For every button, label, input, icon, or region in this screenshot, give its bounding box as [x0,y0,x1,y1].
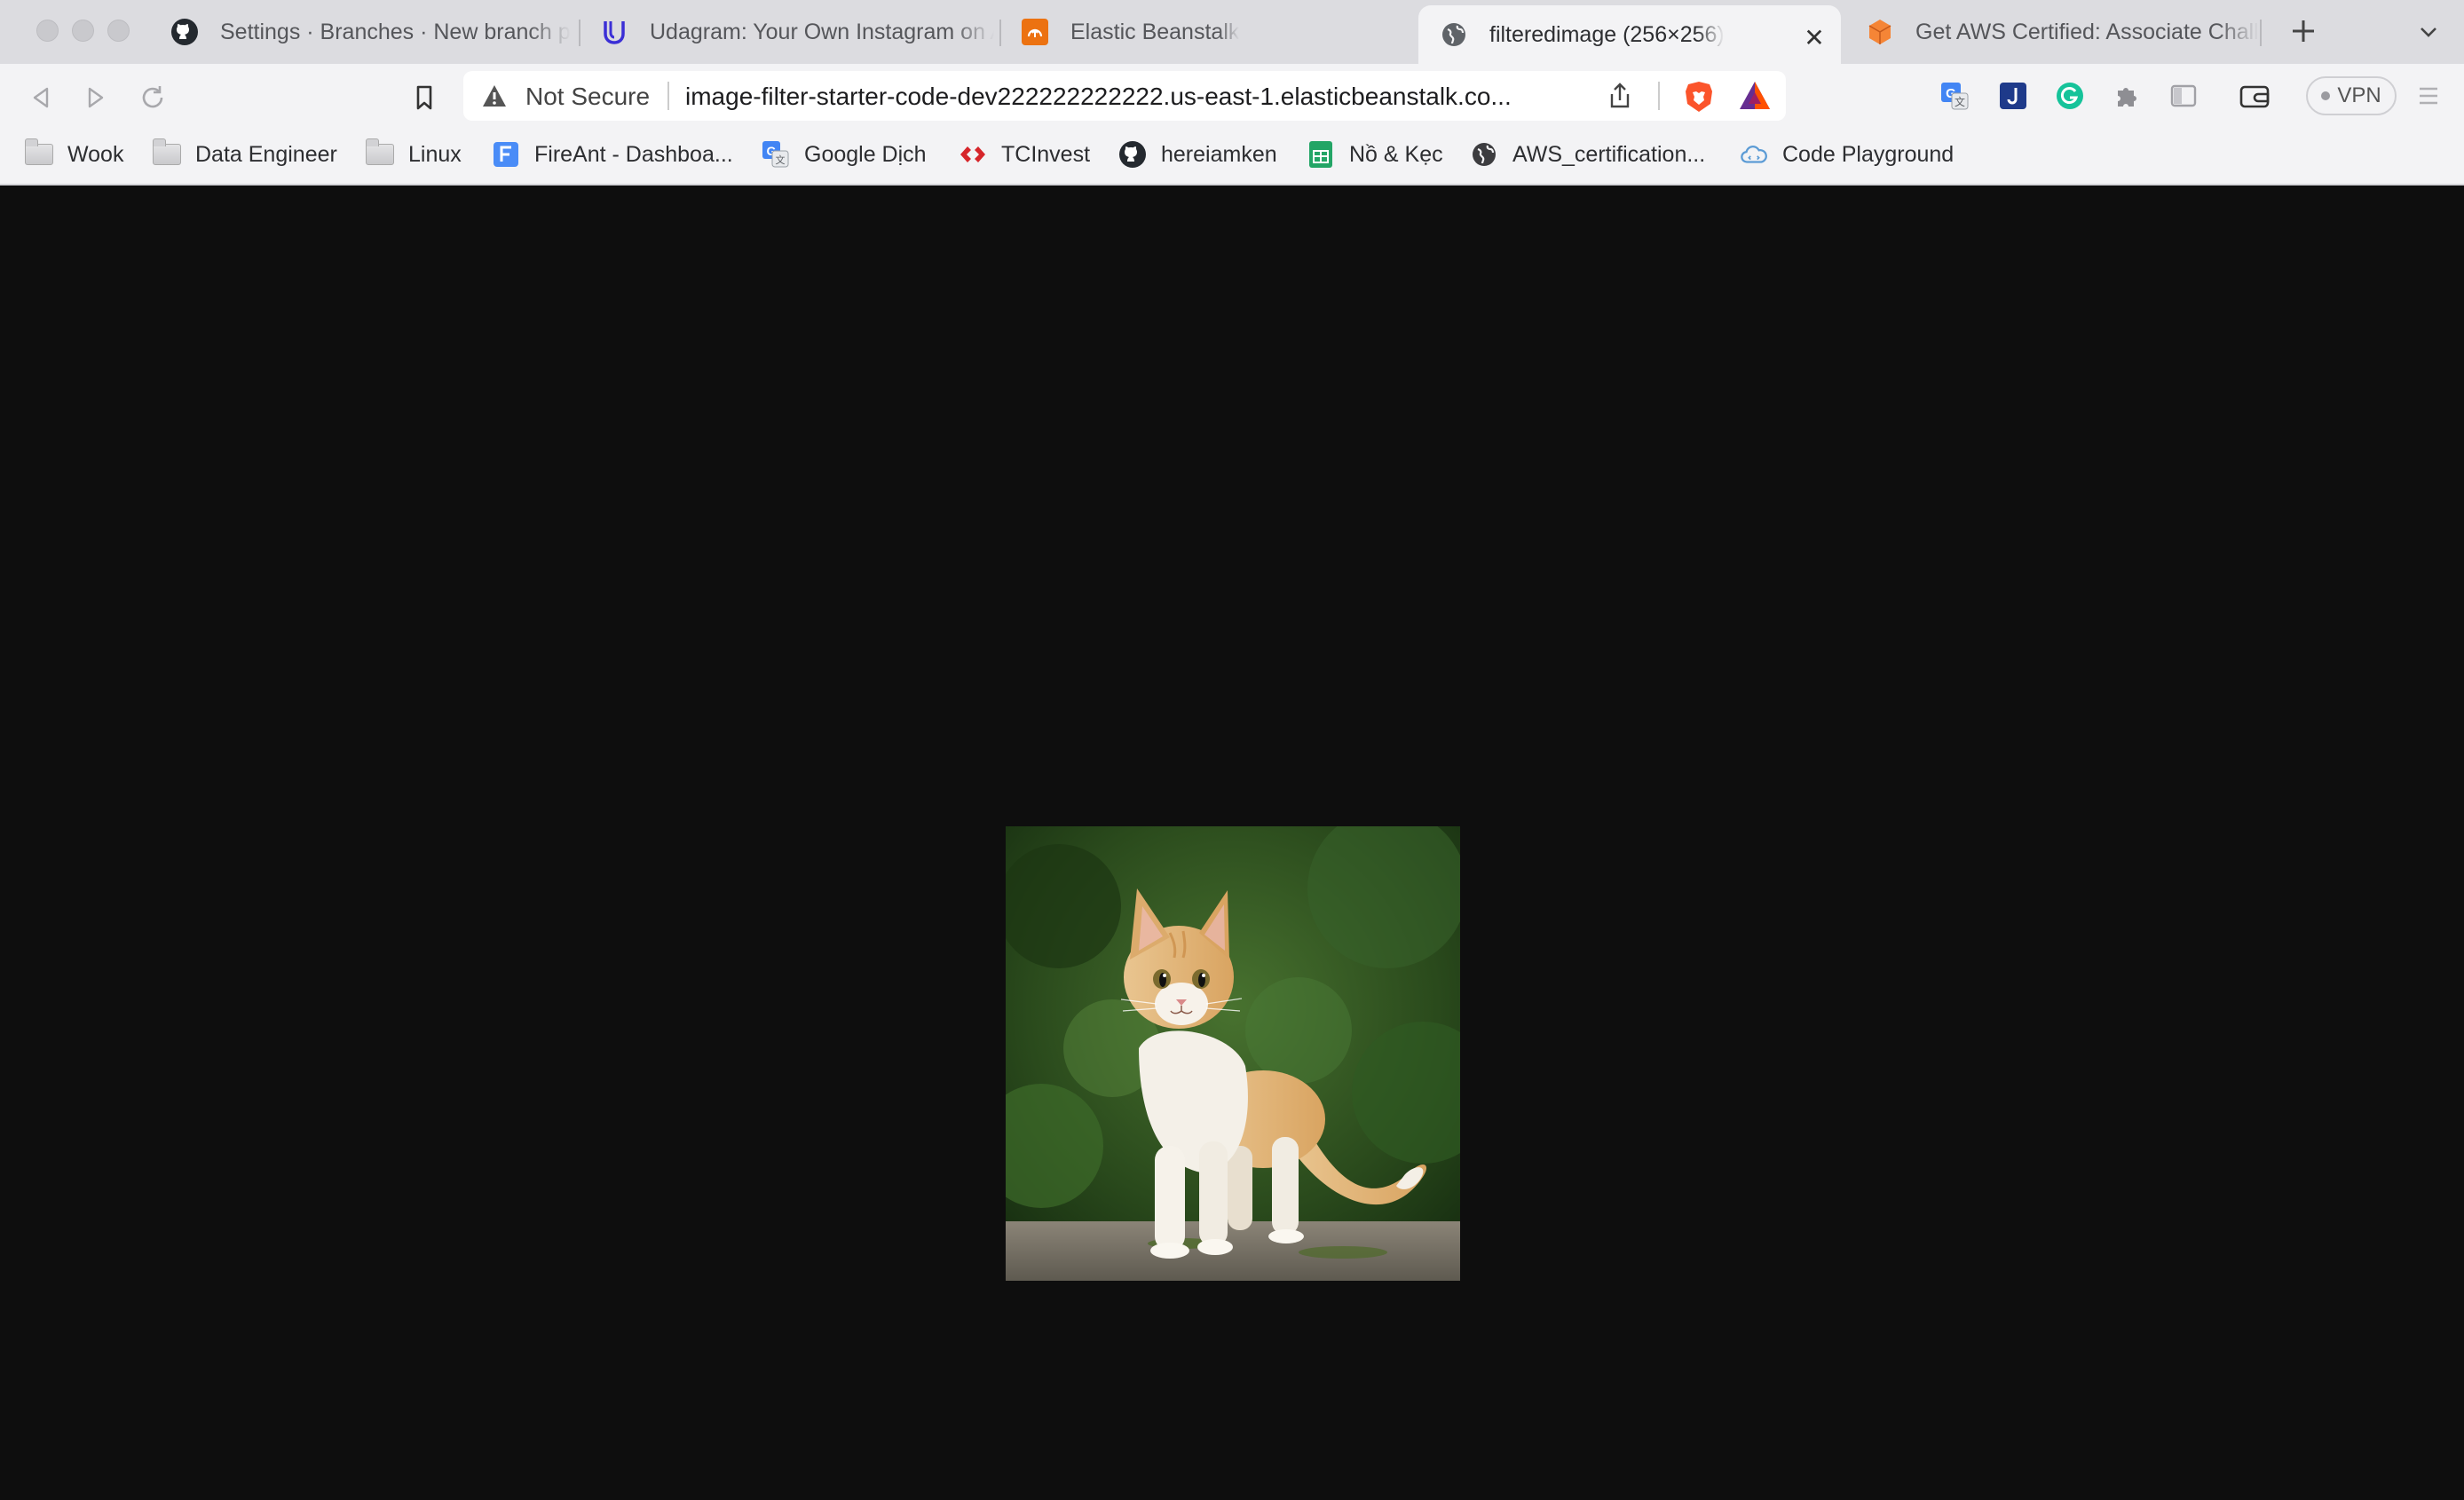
kitten-image [1006,826,1460,1281]
tab-github-settings[interactable]: Settings · Branches · New branch p [149,0,573,64]
tab-separator [2260,20,2262,46]
folder-icon [153,138,181,169]
google-sheets-icon [1307,140,1335,169]
browser-chrome: Settings · Branches · New branch p Udagr… [0,0,2464,186]
new-tab-button[interactable] [2281,9,2326,53]
sidebar-toggle-icon[interactable] [2166,78,2201,114]
window-close-button[interactable] [36,20,59,42]
tab-title: filteredimage (256×256) [1489,21,1725,47]
plus-icon [2293,20,2314,42]
aws-cube-icon [1866,18,1894,46]
svg-text:文: 文 [776,154,786,166]
reload-icon [142,86,163,108]
udacity-icon [600,18,628,46]
tab-title: Get AWS Certified: Associate Chall [1915,19,2259,44]
bookmark-code-playground[interactable]: Code Playground [1740,128,1954,181]
address-bar[interactable]: Not Secure image-filter-starter-code-dev… [463,71,1786,121]
bookmark-label: Code Playground [1782,141,1955,167]
brave-shields-icon[interactable] [1683,80,1715,118]
aws-elastic-beanstalk-icon [1021,18,1049,46]
tab-filteredimage[interactable]: filteredimage (256×256) ✕ [1418,5,1841,64]
tab-udagram[interactable]: Udagram: Your Own Instagram on A [579,0,994,64]
tab-search-button[interactable] [2411,14,2446,50]
bookmark-label: Wook [67,141,124,167]
brave-rewards-icon[interactable] [1738,80,1772,116]
vpn-status-dot [2321,91,2331,100]
jira-extension-icon[interactable] [1995,78,2031,114]
bookmark-folder-wook[interactable]: Wook [25,128,123,181]
tab-title: Elastic Beanstalk [1070,19,1240,44]
back-arrow-icon [33,87,49,108]
extensions-puzzle-icon[interactable] [2109,78,2144,114]
tab-close-icon[interactable]: ✕ [1800,23,1828,51]
bookmark-tcinvest[interactable]: TCInvest [959,128,1090,181]
forward-arrow-icon [88,87,104,108]
security-label[interactable]: Not Secure [525,83,650,111]
bookmark-folder-data-engineer[interactable]: Data Engineer [153,128,337,181]
bookmark-button[interactable] [405,78,444,117]
tab-title: Udagram: Your Own Instagram on A [650,19,994,44]
wallet-icon[interactable] [2237,78,2272,114]
chevron-down-icon [2421,28,2436,37]
cloud-icon [1740,140,1768,169]
forward-button[interactable] [76,78,115,117]
bookmark-label: Linux [408,141,462,167]
bookmark-aws-certification[interactable]: AWS_certification... [1470,128,1705,181]
share-icon[interactable] [1607,82,1633,114]
bookmark-label: TCInvest [1001,141,1091,167]
bookmark-label: AWS_certification... [1512,141,1706,167]
folder-icon [366,138,394,169]
tab-strip: Settings · Branches · New branch p Udagr… [0,0,2464,64]
window-zoom-button[interactable] [107,20,130,42]
window-minimize-button[interactable] [72,20,94,42]
address-divider [1658,82,1660,110]
vpn-label: VPN [2337,83,2381,107]
menu-icon[interactable] [2413,80,2444,112]
image-viewer [0,186,2464,1500]
tcinvest-icon [959,140,987,169]
tab-title: Settings · Branches · New branch p [220,19,571,44]
github-icon [170,18,199,46]
reload-button[interactable] [133,78,172,117]
bookmark-label: Google Dịch [804,141,927,167]
bookmark-google-dich[interactable]: G文 Google Dịch [762,128,927,181]
fireant-icon [492,140,520,169]
url-text[interactable]: image-filter-starter-code-dev22222222222… [685,83,1512,111]
address-divider [667,82,669,110]
bookmarks-bar: Wook Data Engineer Linux FireAnt - Dashb… [0,128,2464,186]
grammarly-extension-icon[interactable] [2052,78,2088,114]
github-icon [1118,140,1147,169]
tab-elastic-beanstalk[interactable]: Elastic Beanstalk [999,0,1417,64]
bookmark-hereiamken[interactable]: hereiamken [1118,128,1277,181]
bookmark-no-kec[interactable]: Nồ & Kẹc [1307,128,1443,181]
google-translate-icon: G文 [762,140,790,169]
filtered-image[interactable] [1006,826,1460,1281]
bookmark-label: Nồ & Kẹc [1349,141,1443,167]
bookmark-label: hereiamken [1161,141,1277,167]
globe-icon [1470,140,1498,169]
svg-text:文: 文 [1955,95,1965,108]
bookmark-icon [416,85,432,110]
bookmark-fireant[interactable]: FireAnt - Dashboa... [492,128,733,181]
globe-icon [1440,20,1468,49]
bookmark-folder-linux[interactable]: Linux [366,128,462,181]
bookmark-label: FireAnt - Dashboa... [534,141,733,167]
bookmark-label: Data Engineer [195,141,337,167]
vpn-button[interactable]: VPN [2306,76,2397,115]
google-translate-extension-icon[interactable]: G文 [1937,78,1972,114]
back-button[interactable] [21,78,60,117]
tab-aws-certified[interactable]: Get AWS Certified: Associate Chall [1844,0,2262,64]
folder-icon [25,138,53,169]
warning-icon[interactable] [481,83,508,113]
